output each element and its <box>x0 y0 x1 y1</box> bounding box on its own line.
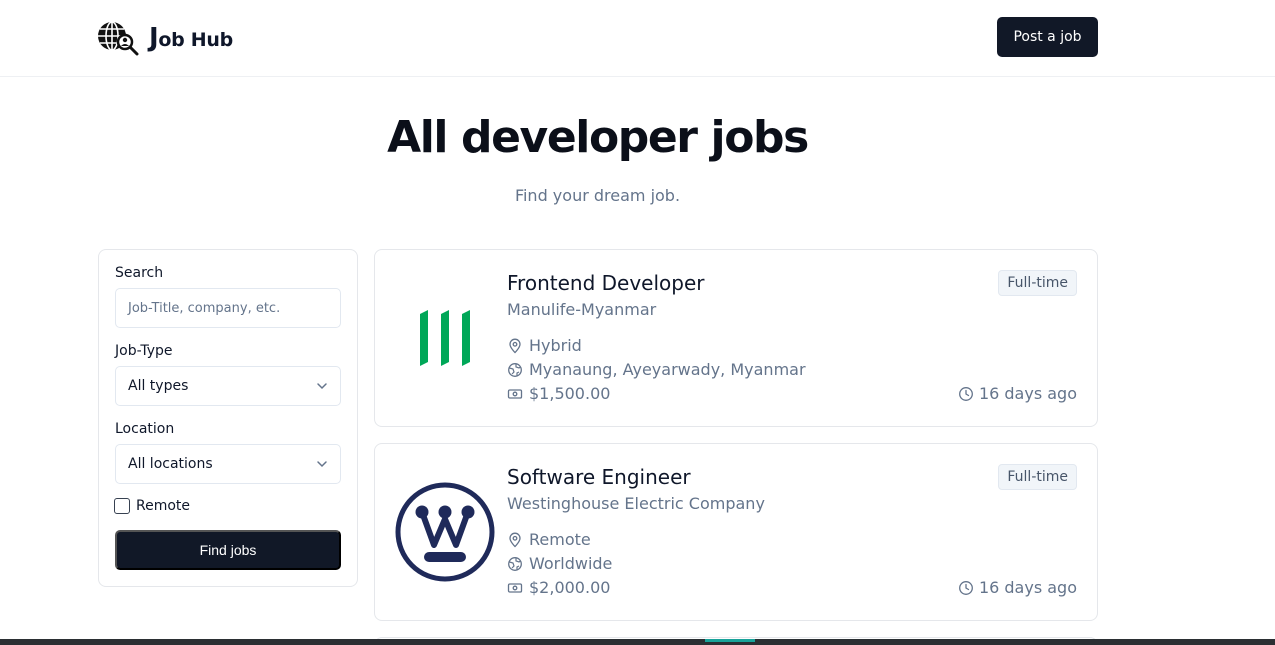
posted-date: 16 days ago <box>958 578 1077 597</box>
brand-logo[interactable]: Job Hub <box>97 20 233 56</box>
page-title: All developer jobs <box>387 112 809 163</box>
job-type-value: All types <box>128 378 189 394</box>
post-job-button[interactable]: Post a job <box>997 17 1098 57</box>
chevron-down-icon <box>317 461 327 468</box>
location: Myanaung, Ayeyarwady, Myanmar <box>507 360 806 379</box>
globe-search-icon <box>98 21 139 56</box>
banknote-icon <box>507 582 523 593</box>
find-jobs-button[interactable]: Find jobs <box>115 530 341 570</box>
company-name: Manulife-Myanmar <box>507 300 657 319</box>
bottom-bar-accent <box>705 639 755 642</box>
company-name: Westinghouse Electric Company <box>507 494 765 513</box>
brand-initial: J <box>149 23 159 53</box>
job-title[interactable]: Frontend Developer <box>507 271 704 295</box>
location-text: Myanaung, Ayeyarwady, Myanmar <box>529 360 806 379</box>
map-pin-icon <box>509 532 521 547</box>
clock-icon <box>959 386 973 401</box>
job-type-select[interactable]: All types <box>115 366 341 406</box>
manulife-logo <box>420 310 470 366</box>
search-input[interactable]: Job-Title, company, etc. <box>115 288 341 328</box>
location-type-text: Remote <box>529 530 591 549</box>
posted-date: 16 days ago <box>958 384 1077 403</box>
banknote-icon <box>507 388 523 399</box>
clock-icon <box>959 580 973 595</box>
job-type-badge: Full-time <box>998 464 1077 490</box>
remote-filter[interactable]: Remote <box>114 498 190 514</box>
location-value: All locations <box>128 456 213 472</box>
job-type-label: Job-Type <box>115 343 173 359</box>
filter-panel: Search Job-Title, company, etc. Job-Type… <box>98 249 358 587</box>
search-label: Search <box>115 265 164 281</box>
location-type: Remote <box>507 530 591 549</box>
brand-name: Job Hub <box>149 23 233 53</box>
globe-icon <box>508 556 522 571</box>
remote-checkbox[interactable] <box>114 498 130 514</box>
location-type: Hybrid <box>507 336 582 355</box>
brand-rest: ob Hub <box>158 29 233 51</box>
job-type-badge: Full-time <box>998 270 1077 296</box>
salary-text: $2,000.00 <box>529 578 611 597</box>
globe-icon <box>508 362 522 377</box>
job-card[interactable]: Frontend Developer Manulife-Myanmar Full… <box>374 249 1098 427</box>
westinghouse-logo <box>395 482 495 582</box>
salary: $1,500.00 <box>507 384 610 403</box>
salary: $2,000.00 <box>507 578 610 597</box>
bottom-bar <box>0 639 1275 645</box>
posted-text: 16 days ago <box>978 384 1077 403</box>
posted-text: 16 days ago <box>978 578 1077 597</box>
remote-label: Remote <box>136 498 191 514</box>
salary-text: $1,500.00 <box>529 384 611 403</box>
map-pin-icon <box>509 338 521 353</box>
job-card[interactable]: Software Engineer Westinghouse Electric … <box>374 443 1098 621</box>
location-label: Location <box>115 421 175 437</box>
location-select[interactable]: All locations <box>115 444 341 484</box>
page-subtitle: Find your dream job. <box>514 186 681 205</box>
location: Worldwide <box>507 554 612 573</box>
site-header: Job Hub Post a job <box>0 0 1275 77</box>
location-type-text: Hybrid <box>529 336 582 355</box>
job-title[interactable]: Software Engineer <box>507 465 691 489</box>
chevron-down-icon <box>317 383 327 390</box>
location-text: Worldwide <box>529 554 613 573</box>
